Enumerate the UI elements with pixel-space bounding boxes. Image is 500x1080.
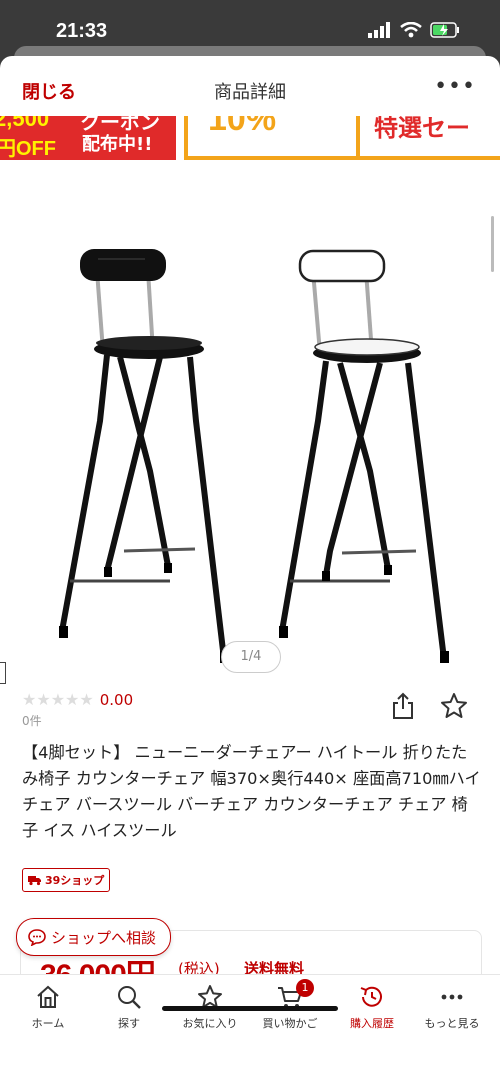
shipping-badge-label: 39ショップ — [45, 874, 105, 887]
bottom-tab-bar: ホーム 探す お気に入り 1 買い物かご 購入履歴 もっと見る — [0, 974, 500, 1080]
status-time: 21:33 — [56, 20, 108, 42]
edge-mark — [0, 662, 6, 684]
home-icon — [37, 985, 59, 1008]
more-icon — [441, 994, 463, 1000]
tab-favorites-label: お気に入り — [182, 1017, 238, 1030]
image-counter: 1/4 — [221, 641, 281, 673]
coupon-amount: 2,500 — [0, 116, 50, 131]
home-indicator — [162, 1006, 338, 1011]
favorite-star-icon[interactable] — [440, 692, 468, 720]
tab-more[interactable]: もっと見る — [410, 983, 494, 1031]
tab-cart-label: 買い物かご — [262, 1017, 318, 1030]
tab-purchase-history-label: 購入履歴 — [350, 1017, 394, 1030]
battery-icon — [430, 22, 459, 38]
coupon-distribution: 配布中!! — [82, 134, 153, 155]
tab-purchase-history[interactable]: 購入履歴 — [330, 983, 414, 1031]
black-chair-image — [59, 249, 229, 663]
shop-consult-button[interactable]: ショップへ相談 — [16, 918, 172, 956]
sale-divider — [356, 116, 360, 156]
tab-search-label: 探す — [118, 1017, 140, 1030]
coupon-off: 円OFF — [0, 138, 56, 160]
rating-value: 0.00 — [99, 690, 134, 709]
tab-search[interactable]: 探す — [87, 983, 171, 1031]
page-title: 商品詳細 — [214, 82, 286, 103]
shipping-badge: 39ショップ — [22, 868, 111, 892]
coupon-banner[interactable]: 2,500 円OFF クーポン 配布中!! — [0, 116, 176, 160]
signal-icon — [368, 22, 390, 38]
review-count[interactable]: 0件 — [22, 712, 42, 729]
tab-home-label: ホーム — [31, 1017, 65, 1030]
tab-more-label: もっと見る — [424, 1017, 480, 1030]
more-options-icon[interactable]: ••• — [434, 74, 476, 99]
nav-bar: 閉じる 商品詳細 ••• — [0, 56, 500, 118]
chairs-illustration — [59, 249, 449, 663]
sale-percent: 10% — [208, 116, 277, 138]
history-icon — [360, 986, 382, 1007]
shop-consult-label: ショップへ相談 — [51, 928, 157, 947]
sale-label: 特選セー — [374, 116, 470, 142]
wifi-icon — [400, 22, 422, 38]
cart-badge: 1 — [296, 979, 314, 997]
share-icon[interactable] — [390, 692, 416, 720]
promo-banner[interactable]: 2,500 円OFF クーポン 配布中!! 10% 特選セー — [0, 116, 500, 160]
rating-stars: ★★★★★ — [22, 690, 94, 709]
product-image[interactable] — [0, 171, 500, 691]
status-icons — [368, 22, 460, 38]
truck-icon — [28, 876, 41, 886]
rating-row[interactable]: ★★★★★ 0.00 — [22, 690, 133, 709]
product-title: 【4脚セット】 ニューニーダーチェアー ハイトール 折りたたみ椅子 カウンターチ… — [22, 743, 481, 840]
white-chair-image — [279, 249, 449, 663]
product-detail-sheet: 閉じる 商品詳細 ••• 2,500 円OFF クーポン 配布中!! 10% 特… — [0, 56, 500, 1080]
scroll-indicator[interactable] — [491, 216, 494, 272]
tab-home[interactable]: ホーム — [6, 983, 90, 1031]
chat-icon — [28, 929, 46, 946]
search-icon — [118, 986, 141, 1009]
sale-banner[interactable]: 10% 特選セー — [184, 116, 500, 160]
